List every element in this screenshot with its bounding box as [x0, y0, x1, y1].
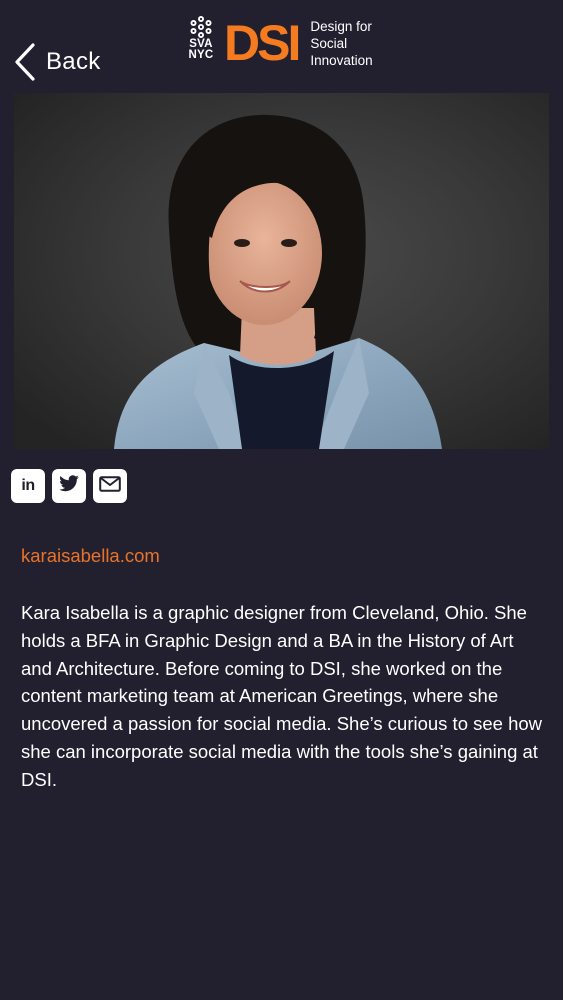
profile-photo [14, 93, 549, 449]
back-label: Back [46, 48, 101, 75]
tagline-line: Social [310, 35, 348, 51]
brand-logo: SVA NYC DSI Design for Social Innovation [186, 14, 373, 72]
website-link[interactable]: karaisabella.com [21, 545, 160, 567]
mail-icon [99, 475, 121, 497]
twitter-button[interactable] [52, 469, 86, 503]
social-links: in [11, 469, 127, 503]
chevron-left-icon [14, 43, 36, 81]
email-button[interactable] [93, 469, 127, 503]
bio-text: Kara Isabella is a graphic designer from… [21, 602, 543, 790]
dsi-logo-mark: DSI [224, 15, 301, 71]
profile-screen: Back SVA NYC DSI Design for Social Innov… [0, 0, 563, 1000]
linkedin-icon: in [21, 477, 35, 494]
sva-nyc-text: SVA NYC [188, 38, 214, 61]
linkedin-button[interactable]: in [11, 469, 45, 503]
back-button[interactable]: Back [14, 40, 101, 84]
header: Back SVA NYC DSI Design for Social Innov… [0, 0, 563, 92]
tagline-line: Innovation [310, 52, 373, 68]
twitter-icon [58, 474, 80, 498]
dsi-tagline: Design for Social Innovation [310, 18, 372, 69]
tagline-line: Design for [310, 18, 372, 34]
sva-flower-icon [190, 16, 212, 38]
nyc-line: NYC [188, 49, 214, 61]
sva-nyc-logo: SVA NYC [186, 15, 216, 71]
